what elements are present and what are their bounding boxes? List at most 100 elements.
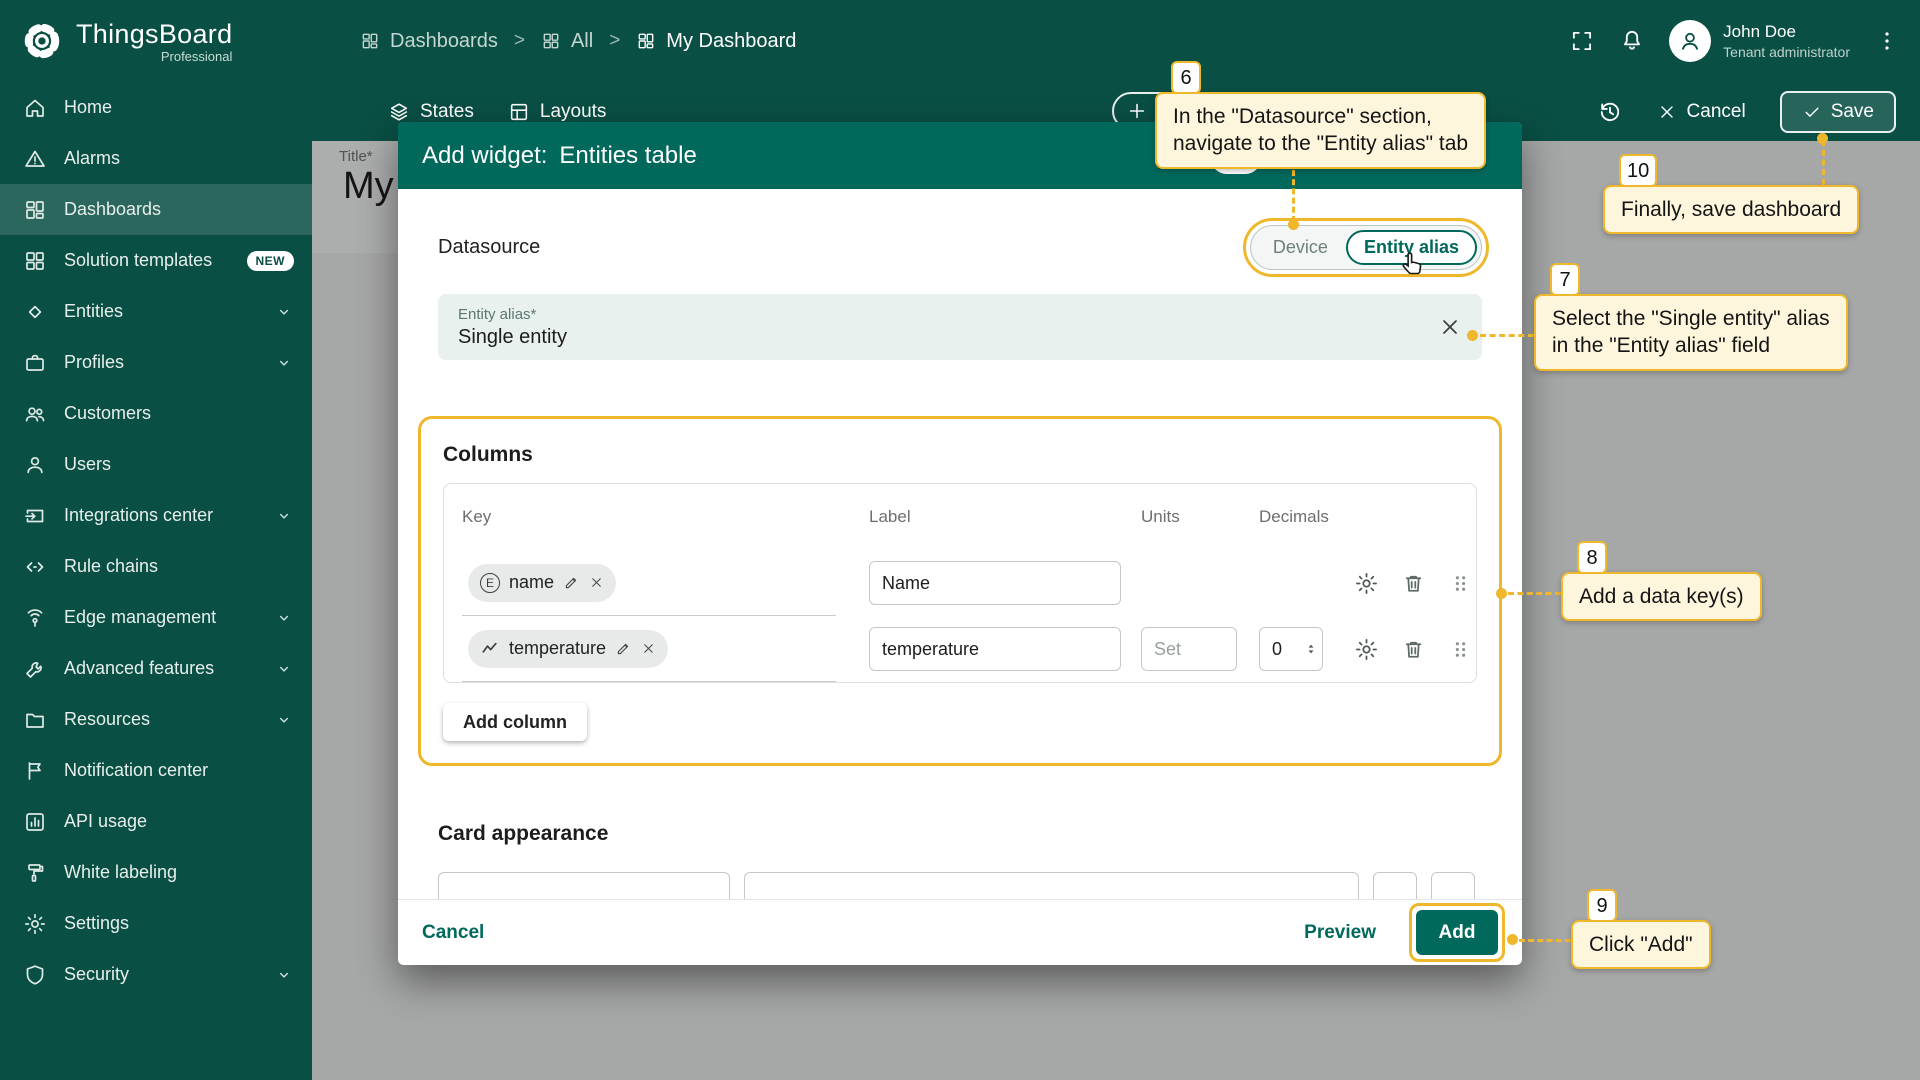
breadcrumb-item[interactable]: My Dashboard: [636, 30, 796, 53]
sidebar-item-advanced-features[interactable]: Advanced features: [0, 643, 312, 694]
entity-alias-field[interactable]: Entity alias* Single entity: [438, 294, 1482, 360]
sidebar-item-api-usage[interactable]: API usage: [0, 796, 312, 847]
sidebar-item-settings[interactable]: Settings: [0, 898, 312, 949]
cancel-edit-button[interactable]: Cancel: [1657, 101, 1746, 123]
sidebar-item-label: Integrations center: [64, 505, 258, 526]
fullscreen-icon[interactable]: [1569, 28, 1595, 54]
units-cell: [1126, 627, 1244, 671]
stepper-arrows-icon[interactable]: [1304, 642, 1318, 656]
sidebar-item-rule-chains[interactable]: Rule chains: [0, 541, 312, 592]
sidebar-item-entities[interactable]: Entities: [0, 286, 312, 337]
callout-number-7: 7: [1550, 263, 1580, 296]
units-input[interactable]: [1141, 627, 1237, 671]
thingsboard-gear-logo-icon: [20, 19, 64, 63]
sidebar-item-label: Alarms: [64, 148, 294, 169]
key-chip-name[interactable]: Ename: [468, 564, 616, 602]
brand-name: ThingsBoard: [76, 19, 232, 50]
sidebar-item-edge-management[interactable]: Edge management: [0, 592, 312, 643]
callout-connector-10: [1822, 140, 1825, 185]
sidebar-item-label: Home: [64, 97, 294, 118]
column-settings-gear-icon[interactable]: [1354, 637, 1379, 662]
sidebar-item-alarms[interactable]: Alarms: [0, 133, 312, 184]
sidebar-item-resources[interactable]: Resources: [0, 694, 312, 745]
sidebar-item-label: Rule chains: [64, 556, 294, 577]
notifications-bell-icon[interactable]: [1619, 28, 1645, 54]
dialog-add-button[interactable]: Add: [1416, 910, 1498, 955]
sidebar-item-customers[interactable]: Customers: [0, 388, 312, 439]
save-dashboard-label: Save: [1831, 101, 1874, 123]
plus-icon: [1126, 100, 1148, 122]
key-name: name: [509, 572, 554, 593]
edit-key-icon[interactable]: [615, 640, 632, 657]
brand-logo[interactable]: ThingsBoard Professional: [0, 0, 312, 82]
label-input[interactable]: [869, 561, 1121, 605]
chevron-down-icon: [274, 608, 294, 628]
key-name: temperature: [509, 638, 606, 659]
breadcrumb-item[interactable]: All: [541, 30, 593, 53]
breadcrumb-label: All: [571, 30, 593, 53]
sidebar-item-users[interactable]: Users: [0, 439, 312, 490]
cancel-edit-label: Cancel: [1687, 101, 1746, 123]
column-settings-gear-icon[interactable]: [1354, 571, 1379, 596]
sidebar-item-label: Advanced features: [64, 658, 258, 679]
sidebar-item-security[interactable]: Security: [0, 949, 312, 1000]
edit-key-icon[interactable]: [563, 574, 580, 591]
callout-8: 8Add a data key(s): [1561, 572, 1762, 621]
decimals-cell: [1244, 627, 1344, 671]
breadcrumb-label: My Dashboard: [666, 30, 796, 53]
column-row-name: Ename: [444, 550, 1476, 616]
callout-text: navigate to the "Entity alias" tab: [1173, 130, 1468, 157]
sidebar-item-solution-templates[interactable]: Solution templatesNEW: [0, 235, 312, 286]
remove-key-icon[interactable]: [589, 575, 604, 590]
sidebar-item-label: Edge management: [64, 607, 258, 628]
callout-10: 10Finally, save dashboard: [1603, 185, 1859, 234]
sidebar-item-integrations-center[interactable]: Integrations center: [0, 490, 312, 541]
sidebar-item-profiles[interactable]: Profiles: [0, 337, 312, 388]
clear-alias-icon[interactable]: [1438, 315, 1462, 339]
drag-handle-icon[interactable]: [1448, 637, 1473, 662]
brand-subtitle: Professional: [161, 49, 233, 64]
toggle-device[interactable]: Device: [1255, 230, 1346, 265]
layouts-icon: [508, 101, 530, 123]
sidebar-item-dashboards[interactable]: Dashboards: [0, 184, 312, 235]
home-icon: [22, 95, 48, 121]
remove-key-icon[interactable]: [641, 641, 656, 656]
save-dashboard-button[interactable]: Save: [1780, 91, 1896, 133]
more-options-icon[interactable]: [1874, 28, 1900, 54]
callout-connector-7: [1480, 334, 1534, 337]
dialog-cancel-button[interactable]: Cancel: [422, 922, 484, 944]
delete-column-icon[interactable]: [1401, 637, 1426, 662]
sidebar-item-white-labeling[interactable]: White labeling: [0, 847, 312, 898]
layouts-button[interactable]: Layouts: [508, 101, 607, 123]
row-actions: [1344, 637, 1476, 662]
sidebar-item-label: Customers: [64, 403, 294, 424]
profiles-icon: [22, 350, 48, 376]
breadcrumb-item[interactable]: Dashboards: [360, 30, 498, 53]
preview-button[interactable]: Preview: [1304, 922, 1376, 944]
delete-column-icon[interactable]: [1401, 571, 1426, 596]
dashboards-icon: [22, 197, 48, 223]
entity-field-icon: E: [480, 573, 500, 593]
key-chip-temperature[interactable]: temperature: [468, 630, 668, 668]
settings-icon: [22, 911, 48, 937]
column-header-label: Label: [854, 507, 1126, 527]
add-column-button[interactable]: Add column: [443, 703, 587, 741]
sidebar-item-home[interactable]: Home: [0, 82, 312, 133]
states-button[interactable]: States: [388, 101, 474, 123]
check-icon: [1802, 102, 1822, 122]
user-menu[interactable]: John Doe Tenant administrator: [1669, 20, 1850, 62]
entities-icon: [22, 299, 48, 325]
callout-connector-6: [1292, 170, 1295, 222]
chevron-down-icon: [274, 710, 294, 730]
dialog-add-label: Add: [1439, 922, 1476, 943]
label-input[interactable]: [869, 627, 1121, 671]
states-icon: [388, 101, 410, 123]
callout-dot-7: [1467, 330, 1478, 341]
history-undo-icon[interactable]: [1597, 99, 1623, 125]
white-labeling-icon: [22, 860, 48, 886]
breadcrumb-separator: >: [514, 30, 525, 52]
sidebar-item-notification-center[interactable]: Notification center: [0, 745, 312, 796]
drag-handle-icon[interactable]: [1448, 571, 1473, 596]
column-row-temperature: temperature: [444, 616, 1476, 682]
callout-number-8: 8: [1577, 541, 1607, 574]
